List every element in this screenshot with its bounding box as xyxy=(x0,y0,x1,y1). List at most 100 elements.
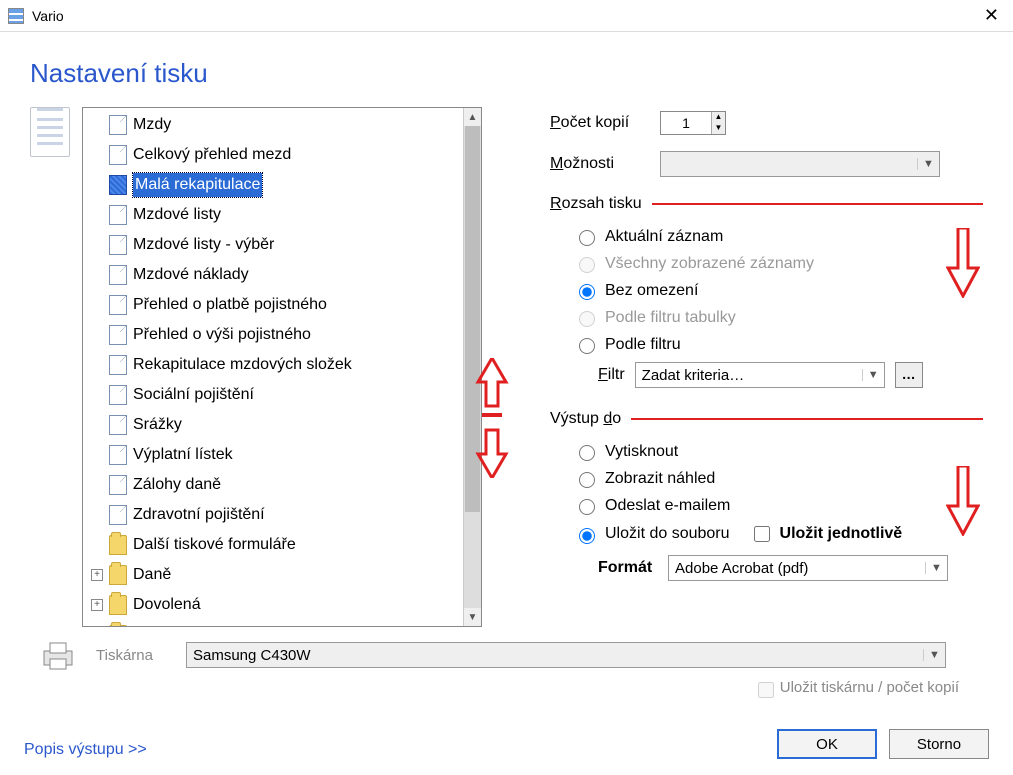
tree-item[interactable]: +Mzdové listy - výběr xyxy=(83,230,463,260)
tree-item[interactable]: +Důchodové spoření xyxy=(83,620,463,626)
window-title: Vario xyxy=(32,8,64,24)
folder-icon xyxy=(109,535,127,555)
page-icon xyxy=(109,115,127,135)
tree-item[interactable]: +Mzdové listy xyxy=(83,200,463,230)
tree-scrollbar[interactable]: ▲ ▼ xyxy=(463,108,481,626)
chevron-down-icon[interactable]: ▼ xyxy=(862,369,884,381)
page-icon xyxy=(109,295,127,315)
titlebar: Vario ✕ xyxy=(0,0,1013,32)
page-icon xyxy=(109,145,127,165)
tree-item[interactable]: +Další tiskové formuláře xyxy=(83,530,463,560)
range-opt-all-shown: Všechny zobrazené záznamy xyxy=(550,250,983,277)
tree-item[interactable]: +Výplatní lístek xyxy=(83,440,463,470)
tree-item-label: Malá rekapitulace xyxy=(133,173,262,197)
tree-item-label: Zálohy daně xyxy=(133,473,221,497)
tree-item[interactable]: +Přehled o výši pojistného xyxy=(83,320,463,350)
save-individually-checkbox[interactable] xyxy=(754,526,770,542)
options-combo[interactable]: ▼ xyxy=(660,151,940,177)
tree-item-label: Celkový přehled mezd xyxy=(133,143,291,167)
tree-item-label: Další tiskové formuláře xyxy=(133,533,296,557)
expand-icon[interactable]: + xyxy=(91,569,103,581)
report-tree[interactable]: +Mzdy+Celkový přehled mezd+Malá rekapitu… xyxy=(82,107,482,627)
range-opt-table-filter: Podle filtru tabulky xyxy=(550,304,983,331)
tree-item[interactable]: +Zálohy daně xyxy=(83,470,463,500)
output-opt-save[interactable]: Uložit do souboru Uložit jednotlivě xyxy=(550,519,983,549)
page-icon xyxy=(109,445,127,465)
save-individually-label: Uložit jednotlivě xyxy=(780,525,903,543)
tree-item[interactable]: +Mzdové náklady xyxy=(83,260,463,290)
page-icon xyxy=(109,205,127,225)
document-icon xyxy=(30,107,70,157)
range-opt-filter[interactable]: Podle filtru xyxy=(550,331,983,358)
format-combo[interactable]: Adobe Acrobat (pdf) ▼ xyxy=(668,555,948,581)
tree-item-label: Zdravotní pojištění xyxy=(133,503,265,527)
output-opt-print[interactable]: Vytisknout xyxy=(550,438,983,465)
tree-item[interactable]: +Sociální pojištění xyxy=(83,380,463,410)
tree-item-label: Mzdy xyxy=(133,113,171,137)
tree-item[interactable]: +Rekapitulace mzdových složek xyxy=(83,350,463,380)
range-opt-current[interactable]: Aktuální záznam xyxy=(550,223,983,250)
copies-spinner[interactable]: ▲▼ xyxy=(660,111,726,135)
format-label: Formát xyxy=(598,559,658,577)
tree-item-label: Důchodové spoření xyxy=(133,623,272,626)
filter-combo[interactable]: Zadat kriteria… ▼ xyxy=(635,362,885,388)
range-group-title: Rozsah tiskuRozsah tisku xyxy=(550,195,983,213)
tree-item-label: Přehled o výši pojistného xyxy=(133,323,311,347)
tree-item[interactable]: +Dovolená xyxy=(83,590,463,620)
page-icon xyxy=(109,505,127,525)
page-icon xyxy=(109,325,127,345)
page-icon xyxy=(109,355,127,375)
tree-item-label: Výplatní lístek xyxy=(133,443,233,467)
expand-icon[interactable]: + xyxy=(91,599,103,611)
tree-item[interactable]: +Malá rekapitulace xyxy=(83,170,463,200)
filter-label: FiltrFiltr xyxy=(598,366,625,384)
tree-item[interactable]: +Celkový přehled mezd xyxy=(83,140,463,170)
tree-item-label: Mzdové náklady xyxy=(133,263,249,287)
copies-input[interactable] xyxy=(661,112,711,134)
page-icon xyxy=(109,265,127,285)
page-icon xyxy=(109,475,127,495)
spinner-down-icon[interactable]: ▼ xyxy=(712,123,725,134)
chevron-down-icon[interactable]: ▼ xyxy=(925,562,947,574)
tree-item-label: Srážky xyxy=(133,413,182,437)
cancel-button[interactable]: Storno xyxy=(889,729,989,759)
spinner-up-icon[interactable]: ▲ xyxy=(712,112,725,123)
page-icon xyxy=(109,175,127,195)
tree-item[interactable]: +Zdravotní pojištění xyxy=(83,500,463,530)
output-opt-preview[interactable]: Zobrazit náhled xyxy=(550,465,983,492)
tree-item[interactable]: +Přehled o platbě pojistného xyxy=(83,290,463,320)
tree-item-label: Daně xyxy=(133,563,171,587)
chevron-down-icon[interactable]: ▼ xyxy=(917,158,939,170)
tree-item-label: Rekapitulace mzdových složek xyxy=(133,353,352,377)
tree-item-label: Přehled o platbě pojistného xyxy=(133,293,327,317)
printer-combo[interactable]: Samsung C430W ▼ xyxy=(186,642,946,668)
range-opt-unlimited[interactable]: Bez omezení xyxy=(550,277,983,304)
printer-label: Tiskárna xyxy=(96,647,176,664)
scroll-up-icon[interactable]: ▲ xyxy=(464,108,481,126)
save-printer-checkbox xyxy=(758,682,774,698)
folder-icon xyxy=(109,595,127,615)
app-icon xyxy=(8,8,24,24)
output-group-title: Výstup doVýstup do xyxy=(550,410,983,428)
output-opt-email[interactable]: Odeslat e-mailem xyxy=(550,492,983,519)
page-title: Nastavení tisku xyxy=(30,58,983,89)
page-icon xyxy=(109,235,127,255)
tree-item-label: Mzdové listy - výběr xyxy=(133,233,274,257)
page-icon xyxy=(109,415,127,435)
tree-item[interactable]: +Mzdy xyxy=(83,110,463,140)
output-description-link[interactable]: Popis výstupu >> xyxy=(24,741,147,759)
tree-item-label: Sociální pojištění xyxy=(133,383,254,407)
page-icon xyxy=(109,385,127,405)
chevron-down-icon[interactable]: ▼ xyxy=(923,649,945,661)
tree-item[interactable]: + Daně xyxy=(83,560,463,590)
close-icon[interactable]: ✕ xyxy=(978,5,1005,26)
tree-item[interactable]: +Srážky xyxy=(83,410,463,440)
folder-icon xyxy=(109,625,127,626)
filter-more-button[interactable]: … xyxy=(895,362,923,388)
folder-icon xyxy=(109,565,127,585)
tree-item-label: Mzdové listy xyxy=(133,203,221,227)
printer-icon xyxy=(38,639,78,671)
options-label: MožnostiMožnosti xyxy=(550,155,660,173)
scroll-down-icon[interactable]: ▼ xyxy=(464,608,481,626)
ok-button[interactable]: OK xyxy=(777,729,877,759)
